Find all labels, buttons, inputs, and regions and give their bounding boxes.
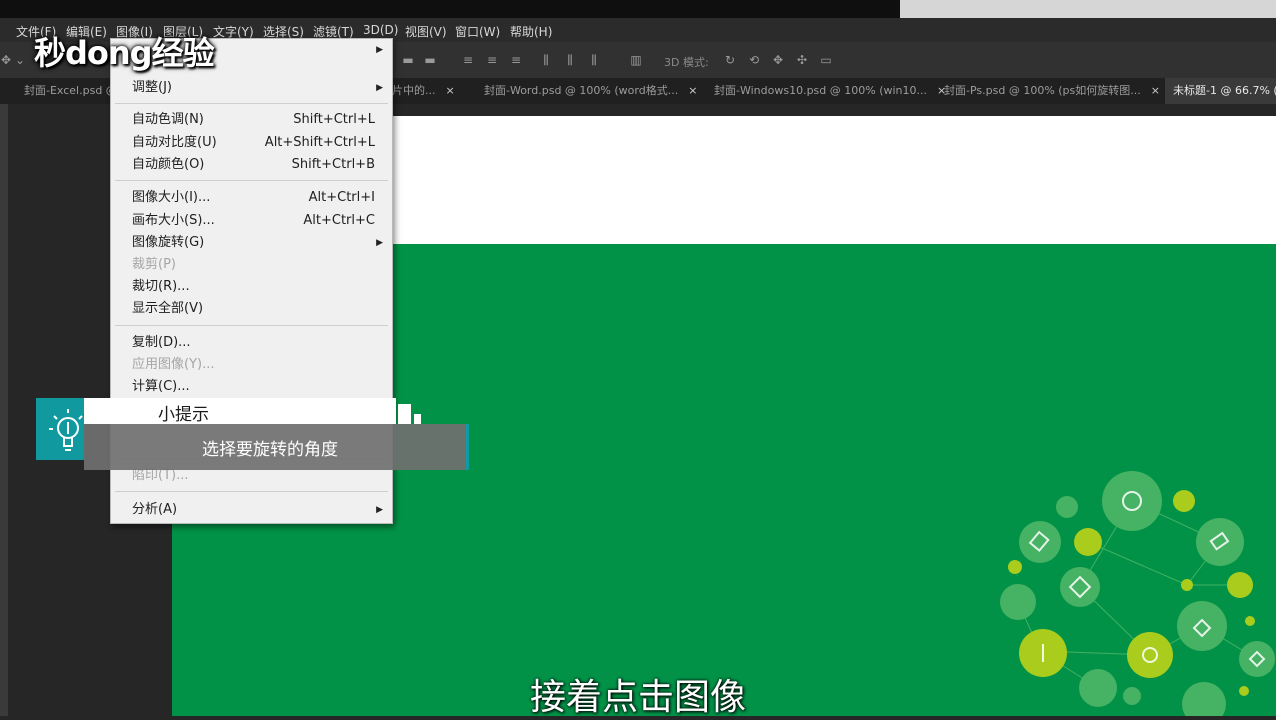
tab-untitled[interactable]: 未标题-1 @ 66.7% (	[1165, 78, 1276, 104]
menu-separator	[115, 325, 388, 326]
chevron-right-icon: ▶	[376, 83, 383, 93]
menu-separator	[115, 491, 388, 492]
menu-item-label: 分析(A)	[132, 502, 178, 517]
tab-label: 封面-Ps.psd @ 100% (ps如何旋转图...	[944, 84, 1141, 97]
menu-window[interactable]: 窗口(W)	[455, 23, 500, 40]
menu-item-canvas-size[interactable]: 画布大小(S)... Alt+Ctrl+C	[111, 210, 392, 232]
menu-item-label: 应用图像(Y)...	[132, 357, 215, 372]
tip-badge	[36, 398, 84, 460]
menu-item-label: 画布大小(S)...	[132, 213, 215, 228]
tip-body: 选择要旋转的角度	[84, 424, 466, 470]
menu-item-analysis[interactable]: 分析(A) ▶	[111, 499, 392, 521]
chevron-right-icon: ▶	[376, 505, 383, 515]
tab-image[interactable]: 片中的... ×	[384, 78, 476, 104]
menu-item-label: 自动颜色(O)	[132, 157, 205, 172]
align-middle-icon[interactable]: ≡	[486, 54, 498, 66]
tip-accent-edge	[466, 424, 469, 470]
window-top-strip	[0, 0, 1276, 18]
watermark-logo: 秒dong经验	[34, 34, 215, 72]
align-vcenter-icon[interactable]: ▬	[424, 54, 436, 66]
align-bottom-icon[interactable]: ≡	[510, 54, 522, 66]
3d-slide-icon[interactable]: ✣	[796, 54, 808, 66]
tip-decoration	[398, 404, 411, 424]
menu-item-auto-tone[interactable]: 自动色调(N) Shift+Ctrl+L	[111, 109, 392, 131]
tab-excel[interactable]: 封面-Excel.psd @	[16, 78, 120, 104]
distribute-right-icon[interactable]: ⫼	[588, 54, 600, 66]
chevron-right-icon: ▶	[376, 238, 383, 248]
distribute-center-icon[interactable]: ⫼	[564, 54, 576, 66]
align-top-icon[interactable]: ▬	[402, 54, 414, 66]
menu-item-label: 调整(J)	[132, 80, 172, 95]
3d-pan-icon[interactable]: ✥	[772, 54, 784, 66]
3d-roll-icon[interactable]: ⟲	[748, 54, 760, 66]
menu-item-shortcut: Alt+Ctrl+I	[308, 190, 375, 205]
menu-item-label: 裁切(R)...	[132, 279, 190, 294]
lightbulb-icon	[49, 409, 83, 451]
menu-item-duplicate[interactable]: 复制(D)...	[111, 332, 392, 354]
menu-help[interactable]: 帮助(H)	[510, 23, 552, 40]
menu-item-label: 复制(D)...	[132, 335, 191, 350]
menu-item-image-size[interactable]: 图像大小(I)... Alt+Ctrl+I	[111, 187, 392, 209]
align-hcenter-icon[interactable]: ≡	[462, 54, 474, 66]
menu-view[interactable]: 视图(V)	[405, 23, 447, 40]
tip-text: 选择要旋转的角度	[202, 440, 338, 460]
top-strip-highlight	[900, 0, 1276, 18]
auto-align-icon[interactable]: ▥	[630, 54, 642, 66]
tab-ps[interactable]: 封面-Ps.psd @ 100% (ps如何旋转图... ×	[936, 78, 1168, 104]
video-subtitle: 接着点击图像	[529, 677, 746, 718]
menu-item-adjustments[interactable]: 调整(J) ▶	[111, 77, 392, 99]
tip-title: 小提示	[158, 405, 209, 425]
tab-label: 未标题-1 @ 66.7% (	[1173, 84, 1276, 97]
menu-item-trim[interactable]: 裁切(R)...	[111, 276, 392, 298]
menu-item-label: 计算(C)...	[132, 379, 190, 394]
tip-title-bar: 小提示	[84, 398, 396, 425]
tab-windows10[interactable]: 封面-Windows10.psd @ 100% (win10... ×	[706, 78, 946, 104]
tip-decoration	[414, 414, 421, 424]
tab-label: 封面-Excel.psd @	[24, 84, 117, 97]
menu-separator	[115, 103, 388, 104]
menu-item-auto-contrast[interactable]: 自动对比度(U) Alt+Shift+Ctrl+L	[111, 132, 392, 154]
menu-item-label: 自动对比度(U)	[132, 135, 217, 150]
tab-label: 封面-Word.psd @ 100% (word格式...	[484, 84, 679, 97]
toolbar-panel	[0, 104, 8, 716]
menu-item-label: 图像旋转(G)	[132, 235, 205, 250]
menu-item-shortcut: Alt+Shift+Ctrl+L	[264, 135, 375, 150]
menu-item-calculations[interactable]: 计算(C)...	[111, 376, 392, 398]
tab-label: 片中的...	[392, 84, 436, 97]
3d-scale-icon[interactable]: ▭	[820, 54, 832, 66]
chevron-down-icon[interactable]: ⌄	[14, 54, 26, 66]
menu-item-reveal-all[interactable]: 显示全部(V)	[111, 298, 392, 320]
close-icon[interactable]: ×	[688, 84, 697, 97]
chevron-right-icon: ▶	[376, 45, 383, 55]
menu-item-shortcut: Shift+Ctrl+B	[291, 157, 375, 172]
menu-item-label: 裁剪(P)	[132, 257, 176, 272]
move-tool-icon[interactable]: ✥	[0, 54, 12, 66]
3d-rotate-icon[interactable]: ↻	[724, 54, 736, 66]
menu-3d[interactable]: 3D(D)	[363, 23, 398, 37]
distribute-left-icon[interactable]: ⫼	[540, 54, 552, 66]
close-icon[interactable]: ×	[1151, 84, 1160, 97]
menu-item-auto-color[interactable]: 自动颜色(O) Shift+Ctrl+B	[111, 154, 392, 176]
menu-item-apply-image: 应用图像(Y)...	[111, 354, 392, 376]
menu-item-image-rotation[interactable]: 图像旋转(G) ▶	[111, 232, 392, 254]
menu-item-label: 自动色调(N)	[132, 112, 204, 127]
menu-item-crop: 裁剪(P)	[111, 254, 392, 276]
menu-item-shortcut: Shift+Ctrl+L	[293, 112, 375, 127]
tab-word[interactable]: 封面-Word.psd @ 100% (word格式... ×	[476, 78, 708, 104]
tab-label: 封面-Windows10.psd @ 100% (win10...	[714, 84, 928, 97]
menu-item-label: 图像大小(I)...	[132, 190, 211, 205]
menu-item-shortcut: Alt+Ctrl+C	[303, 213, 375, 228]
menu-item-label: 显示全部(V)	[132, 301, 204, 316]
menu-separator	[115, 180, 388, 181]
3d-mode-label: 3D 模式:	[664, 56, 709, 69]
close-icon[interactable]: ×	[446, 84, 455, 97]
